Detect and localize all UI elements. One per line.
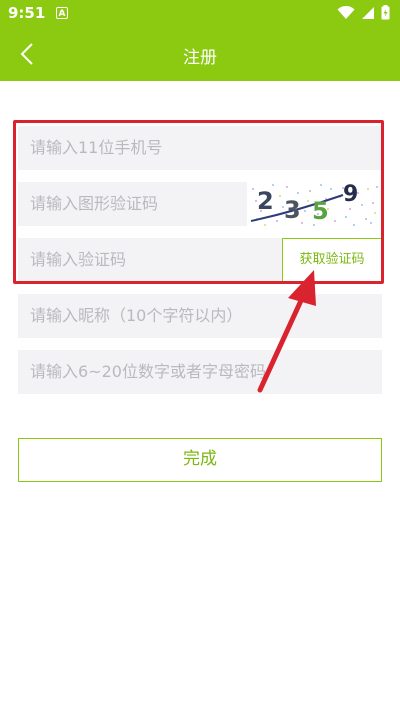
svg-text:9: 9 bbox=[343, 182, 358, 207]
captcha-image[interactable]: 2 3 5 9 bbox=[247, 181, 381, 227]
wifi-icon bbox=[337, 5, 355, 19]
status-icons bbox=[337, 5, 390, 20]
notification-app-icon: A bbox=[56, 7, 68, 19]
app-bar: 注册 bbox=[0, 27, 400, 81]
password-input[interactable]: 请输入6~20位数字或者字母密码 bbox=[18, 350, 382, 394]
status-time: 9:51 bbox=[8, 4, 46, 22]
sms-code-input[interactable]: 请输入验证码 bbox=[18, 238, 282, 282]
svg-text:5: 5 bbox=[312, 197, 329, 225]
submit-button[interactable]: 完成 bbox=[18, 438, 382, 482]
svg-text:2: 2 bbox=[257, 187, 274, 215]
page-title: 注册 bbox=[183, 48, 217, 68]
battery-icon bbox=[381, 5, 390, 20]
status-bar: 9:51 A bbox=[0, 0, 400, 27]
get-code-button[interactable]: 获取验证码 bbox=[282, 238, 382, 282]
svg-text:3: 3 bbox=[284, 196, 301, 224]
signal-icon bbox=[362, 6, 374, 19]
phone-input[interactable]: 请输入11位手机号 bbox=[18, 126, 382, 170]
nickname-input[interactable]: 请输入昵称（10个字符以内） bbox=[18, 294, 382, 338]
